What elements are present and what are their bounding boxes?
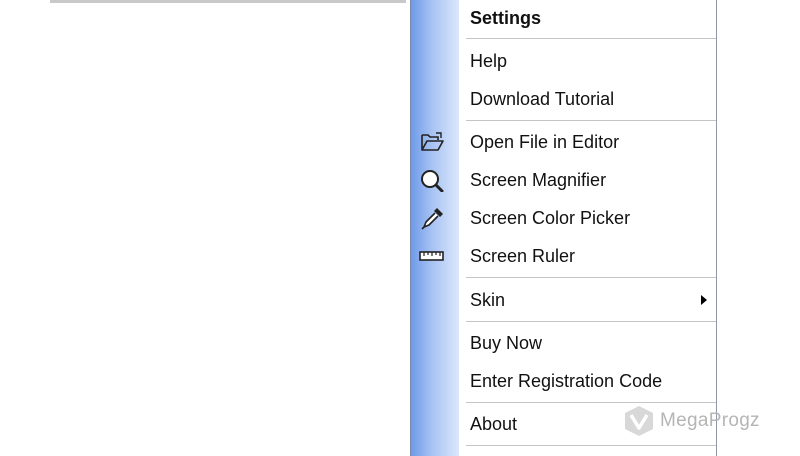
- menu-item-buy-now[interactable]: Buy Now: [411, 325, 716, 361]
- menu-item-screen-ruler[interactable]: Screen Ruler: [411, 238, 716, 274]
- submenu-arrow-icon: [701, 295, 707, 305]
- menu-separator: [466, 277, 716, 279]
- menu-item-screen-magnifier[interactable]: Screen Magnifier: [411, 162, 716, 198]
- menu-item-label: Help: [470, 51, 508, 71]
- menu-item-label: Screen Ruler: [470, 246, 576, 266]
- menu-item-label: Enter Registration Code: [470, 371, 663, 391]
- menu-item-label: Skin: [470, 290, 506, 310]
- megaprogz-logo-icon: [622, 404, 656, 438]
- ruler-icon: [419, 244, 445, 268]
- menu-item-label: About: [470, 414, 518, 434]
- menu-separator: [466, 445, 716, 447]
- menu-item-screen-color-picker[interactable]: Screen Color Picker: [411, 200, 716, 236]
- eyedropper-icon: [419, 206, 445, 230]
- menu-item-label: Buy Now: [470, 333, 543, 353]
- menu-item-enter-registration-code[interactable]: Enter Registration Code: [411, 363, 716, 399]
- menu-item-settings[interactable]: Settings: [411, 0, 716, 36]
- menu-item-help[interactable]: Help: [411, 43, 716, 79]
- menu-item-skin[interactable]: Skin: [411, 282, 716, 318]
- open-folder-icon: [419, 130, 445, 154]
- menu-item-download-tutorial[interactable]: Download Tutorial: [411, 81, 716, 117]
- menu-separator: [466, 38, 716, 40]
- menu-separator: [466, 120, 716, 122]
- menu-item-open-file-in-editor[interactable]: Open File in Editor: [411, 124, 716, 160]
- menu-item-label: Settings: [470, 8, 542, 28]
- watermark: MegaProgz: [622, 404, 792, 438]
- context-menu: Settings Help Download Tutorial Open Fil…: [410, 0, 717, 456]
- background-window-edge: [50, 0, 406, 3]
- menu-item-label: Screen Color Picker: [470, 208, 631, 228]
- menu-item-label: Download Tutorial: [470, 89, 615, 109]
- menu-separator: [466, 321, 716, 323]
- menu-item-label: Screen Magnifier: [470, 170, 607, 190]
- watermark-text: MegaProgz: [660, 410, 760, 431]
- magnifier-icon: [419, 168, 445, 193]
- menu-item-label: Open File in Editor: [470, 132, 620, 152]
